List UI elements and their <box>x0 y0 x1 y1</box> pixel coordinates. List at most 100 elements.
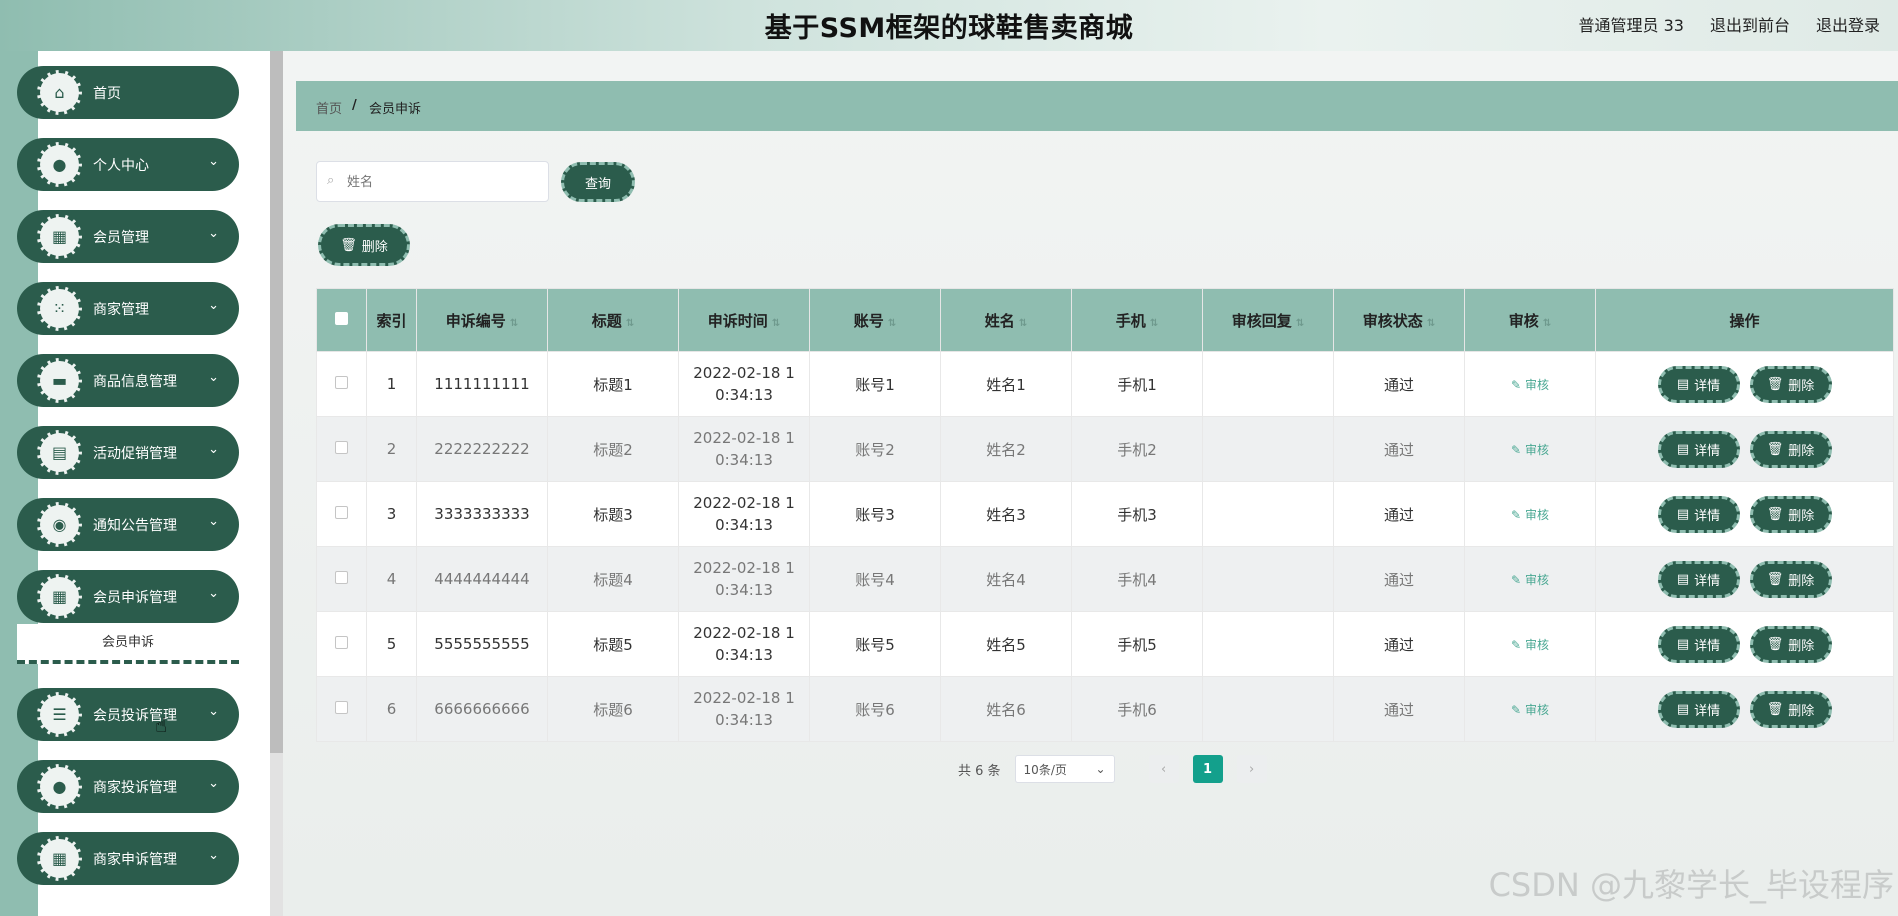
cell-phone: 手机4 <box>1071 546 1203 612</box>
cell-reply <box>1202 676 1334 742</box>
header-account[interactable]: 账号 ⇅ <box>809 288 941 352</box>
audit-link[interactable]: ✎ 审核 <box>1511 703 1549 717</box>
header-time[interactable]: 申诉时间 ⇅ <box>678 288 810 352</box>
header-index: 索引 <box>366 288 417 352</box>
audit-link[interactable]: ✎ 审核 <box>1511 443 1549 457</box>
detail-button[interactable]: ▤ 详情 <box>1657 365 1740 403</box>
sort-icon[interactable]: ⇅ <box>888 318 896 329</box>
chevron-down-icon: ⌄ <box>208 298 219 313</box>
sidebar-item-label: 商家投诉管理 <box>93 780 177 796</box>
sidebar-item-label: 通知公告管理 <box>93 518 177 534</box>
sidebar-item-2[interactable]: ▦ 会员管理 ⌄ <box>17 210 239 263</box>
cell-status: 通过 <box>1333 416 1465 482</box>
cell-title: 标题1 <box>547 351 679 417</box>
row-checkbox[interactable] <box>335 701 348 714</box>
cell-name: 姓名4 <box>940 546 1072 612</box>
detail-button[interactable]: ▤ 详情 <box>1657 560 1740 598</box>
cell-reply <box>1202 611 1334 677</box>
trash-icon: 🗑 <box>1766 441 1784 457</box>
trash-icon: 🗑 <box>1766 376 1784 392</box>
detail-button[interactable]: ▤ 详情 <box>1657 690 1740 728</box>
page-number-current[interactable]: 1 <box>1192 755 1223 783</box>
sidebar-item-6[interactable]: ◉ 通知公告管理 ⌄ <box>17 498 239 551</box>
delete-row-button[interactable]: 🗑 删除 <box>1749 365 1832 403</box>
detail-button[interactable]: ▤ 详情 <box>1657 430 1740 468</box>
sort-icon[interactable]: ⇅ <box>1019 318 1027 329</box>
cell-time: 2022-02-18 1 0:34:13 <box>678 481 810 547</box>
delete-row-button[interactable]: 🗑 删除 <box>1749 625 1832 663</box>
row-checkbox[interactable] <box>335 376 348 389</box>
cell-account: 账号6 <box>809 676 941 742</box>
header-reply[interactable]: 审核回复 ⇅ <box>1202 288 1334 352</box>
sidebar-scrollbar[interactable] <box>270 51 283 916</box>
header-title[interactable]: 标题 ⇅ <box>547 288 679 352</box>
next-page-button[interactable]: › <box>1236 755 1267 783</box>
sidebar-item-8[interactable]: ☰ 会员投诉管理 ⌄ <box>17 688 239 741</box>
sidebar-item-1[interactable]: ● 个人中心 ⌄ <box>17 138 239 191</box>
sidebar-item-0[interactable]: ⌂ 首页 <box>17 66 239 119</box>
chevron-down-icon: ⌄ <box>208 154 219 169</box>
sidebar-item-9[interactable]: ● 商家投诉管理 ⌄ <box>17 760 239 813</box>
sort-icon[interactable]: ⇅ <box>1150 318 1158 329</box>
home-icon: ⌂ <box>54 82 65 102</box>
sidebar-item-3[interactable]: ⁙ 商家管理 ⌄ <box>17 282 239 335</box>
sidebar-scrollbar-thumb[interactable] <box>270 51 283 753</box>
submenu-item-member-appeal[interactable]: 会员申诉 <box>17 624 239 664</box>
cell-reply <box>1202 481 1334 547</box>
exit-to-front-link[interactable]: 退出到前台 <box>1710 12 1790 36</box>
sort-icon[interactable]: ⇅ <box>1543 318 1551 329</box>
delete-row-button[interactable]: 🗑 删除 <box>1749 560 1832 598</box>
sidebar-item-label: 首页 <box>93 86 121 102</box>
header-select-all[interactable] <box>316 288 367 352</box>
sort-icon[interactable]: ⇅ <box>1427 318 1435 329</box>
cell-status: 通过 <box>1333 481 1465 547</box>
delete-row-button[interactable]: 🗑 删除 <box>1749 495 1832 533</box>
name-search-input[interactable] <box>347 171 537 193</box>
header-phone[interactable]: 手机 ⇅ <box>1071 288 1203 352</box>
sort-icon[interactable]: ⇅ <box>510 318 518 329</box>
sort-icon[interactable]: ⇅ <box>626 318 634 329</box>
delete-row-button[interactable]: 🗑 删除 <box>1749 430 1832 468</box>
detail-button[interactable]: ▤ 详情 <box>1657 625 1740 663</box>
edit-icon: ✎ <box>1511 638 1522 652</box>
audit-link[interactable]: ✎ 审核 <box>1511 378 1549 392</box>
page-size-select[interactable]: 10条/页 ⌄ <box>1014 755 1115 783</box>
breadcrumb-home[interactable]: 首页 <box>316 98 342 117</box>
detail-button[interactable]: ▤ 详情 <box>1657 495 1740 533</box>
sidebar-item-7[interactable]: ▦ 会员申诉管理 ⌄ <box>17 570 239 623</box>
select-all-checkbox[interactable] <box>335 312 348 325</box>
sidebar-item-10[interactable]: ▦ 商家申诉管理 ⌄ <box>17 832 239 885</box>
sort-icon[interactable]: ⇅ <box>772 318 780 329</box>
batch-delete-button[interactable]: 🗑 删除 <box>318 224 410 266</box>
delete-row-button[interactable]: 🗑 删除 <box>1749 690 1832 728</box>
cell-code: 3333333333 <box>416 481 548 547</box>
row-checkbox[interactable] <box>335 571 348 584</box>
header-audit[interactable]: 审核 ⇅ <box>1464 288 1596 352</box>
prev-page-button[interactable]: ‹ <box>1148 755 1179 783</box>
trash-icon: 🗑 <box>1766 571 1784 587</box>
table-header-row: 索引 申诉编号 ⇅ 标题 ⇅ 申诉时间 ⇅ 账号 ⇅ 姓名 ⇅ 手机 ⇅ 审核回复 ⇅ 审核状… <box>316 288 1894 352</box>
cell-phone: 手机2 <box>1071 416 1203 482</box>
logout-link[interactable]: 退出登录 <box>1816 12 1880 36</box>
cell-time: 2022-02-18 1 0:34:13 <box>678 546 810 612</box>
header-status[interactable]: 审核状态 ⇅ <box>1333 288 1465 352</box>
apps-icon: ⁙ <box>52 298 67 318</box>
cell-title: 标题5 <box>547 611 679 677</box>
header-name[interactable]: 姓名 ⇅ <box>940 288 1072 352</box>
query-button-label: 查询 <box>584 176 611 192</box>
grid-icon: ▦ <box>51 586 68 606</box>
query-button[interactable]: 查询 <box>561 162 635 202</box>
audit-link[interactable]: ✎ 审核 <box>1511 573 1549 587</box>
sidebar-item-4[interactable]: ▬ 商品信息管理 ⌄ <box>17 354 239 407</box>
audit-link[interactable]: ✎ 审核 <box>1511 638 1549 652</box>
audit-link[interactable]: ✎ 审核 <box>1511 508 1549 522</box>
header-code[interactable]: 申诉编号 ⇅ <box>416 288 548 352</box>
sort-icon[interactable]: ⇅ <box>1296 318 1304 329</box>
table-row: 2 2222222222 标题2 2022-02-18 1 0:34:13 账号2 姓名2… <box>316 416 1894 482</box>
row-checkbox[interactable] <box>335 636 348 649</box>
chevron-down-icon: ⌄ <box>208 370 219 385</box>
table-row: 6 6666666666 标题6 2022-02-18 1 0:34:13 账号6 姓名6… <box>316 676 1894 742</box>
row-checkbox[interactable] <box>335 506 348 519</box>
row-checkbox[interactable] <box>335 441 348 454</box>
sidebar-item-5[interactable]: ▤ 活动促销管理 ⌄ <box>17 426 239 479</box>
